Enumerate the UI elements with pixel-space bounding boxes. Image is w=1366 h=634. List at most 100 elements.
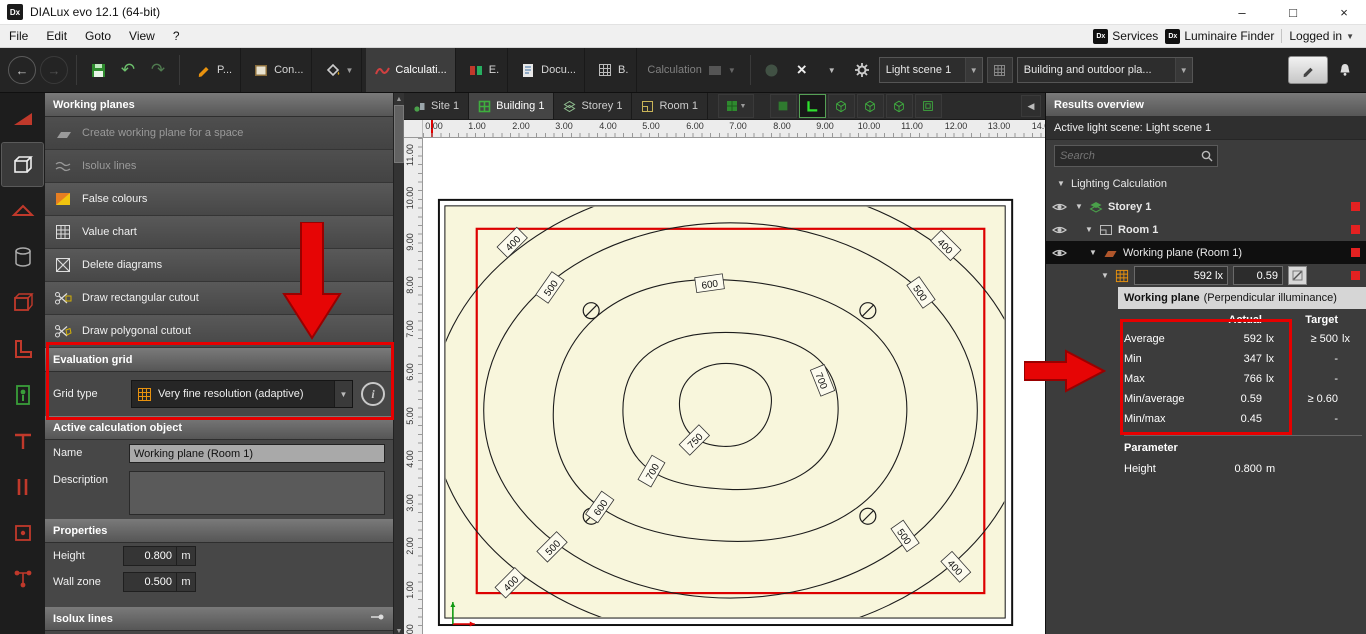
grid-type-select[interactable]: Very fine resolution (adaptive) ▼ [131,380,353,408]
cutout-tool[interactable] [2,465,43,508]
tab-storey-1[interactable]: Storey 1 [554,93,632,119]
tool-delete-diagrams[interactable]: Delete diagrams [45,249,393,282]
measurement-tool[interactable] [2,419,43,462]
wall-zone-input[interactable]: 0.500 [123,572,177,592]
height-input[interactable]: 0.800 [123,546,177,566]
back-button[interactable]: ← [8,56,36,84]
network-tool[interactable] [2,557,43,600]
cancel-icon[interactable]: × [789,55,815,85]
menu-edit[interactable]: Edit [37,29,76,43]
eye-icon[interactable] [1052,202,1067,212]
calculation-surface-tool[interactable] [2,511,43,554]
room-volume-tool[interactable] [2,281,43,324]
tab-results[interactable]: B. [589,48,637,92]
vertical-ruler: 11.00 10.00 9.00 8.00 7.00 6.00 5.00 4.0… [404,138,423,634]
tab-building-1[interactable]: Building 1 [469,93,554,119]
view-cube-1-button[interactable] [828,94,855,118]
search-input[interactable] [1055,150,1200,162]
minimize-button[interactable]: – [1220,0,1264,24]
undo-icon[interactable]: ↶ [115,55,141,85]
save-icon[interactable] [85,55,111,85]
scrollbar-thumb[interactable] [394,105,404,163]
drawing-canvas[interactable]: 400 500 600 400 500 700 750 700 600 500 … [423,138,1045,634]
search-box[interactable] [1054,145,1218,167]
tab-export[interactable]: E. [460,48,508,92]
chevron-down-icon[interactable]: ▼ [1074,202,1084,211]
tab-materials[interactable]: ▼ [316,48,362,92]
tool-false-colours[interactable]: False colours [45,183,393,216]
view-cube-4-button[interactable] [915,94,942,118]
tab-room-1[interactable]: Room 1 [632,93,708,119]
light-scene-select[interactable]: Light scene 1 ▼ [879,57,983,83]
scissors-icon [53,289,73,307]
chevron-down-icon[interactable]: ▼ [1084,225,1094,234]
view-3d-active-button[interactable] [799,94,826,118]
dx-services-icon: Dx [1093,29,1108,44]
tree-item-room-1[interactable]: ▼ Room 1 [1046,218,1366,241]
view-2d-plan-button[interactable] [770,94,797,118]
chevron-down-icon[interactable]: ▼ [1088,248,1098,257]
working-plane-tool[interactable] [2,143,43,186]
tool-draw-rectangular-cutout[interactable]: Draw rectangular cutout [45,282,393,315]
active-light-scene-bar: Active light scene: Light scene 1 [1046,117,1366,140]
recalculation-flag [1351,202,1360,211]
isolux-lines-section-header[interactable]: Isolux lines [45,607,393,631]
wall-tool[interactable] [2,327,43,370]
scroll-up-icon[interactable]: ▲ [394,93,404,105]
chevron-down-icon[interactable]: ▼ [819,55,845,85]
tab-construction[interactable]: Con... [245,48,312,92]
scroll-down-icon[interactable]: ▼ [394,625,404,634]
chevron-down-icon[interactable]: ▼ [1056,179,1066,188]
close-button[interactable]: × [1322,0,1366,24]
scissors-icon [53,322,73,340]
tab-calculation-objects[interactable]: Calculati... [366,48,455,92]
grid-type-label: Grid type [53,388,123,400]
view-options-dropdown[interactable]: ▼ [718,94,754,118]
column-tool[interactable] [2,235,43,278]
menu-view[interactable]: View [120,29,164,43]
tree-item-working-plane[interactable]: ▼ Working plane (Room 1) [1046,241,1366,264]
info-icon[interactable]: i [361,382,385,406]
edit-pencil-button[interactable] [1288,56,1328,84]
eye-icon[interactable] [1052,225,1067,235]
tree-item-storey-1[interactable]: ▼ Storey 1 [1046,195,1366,218]
menu-file[interactable]: File [0,29,37,43]
left-panel-scrollbar[interactable]: ▲ ▼ [393,93,404,634]
chevron-down-icon[interactable]: ▼ [1100,271,1110,280]
eye-icon[interactable] [1052,248,1067,258]
logged-in-menu[interactable]: Logged in ▼ [1289,29,1354,43]
tab-documentation[interactable]: Docu... [512,48,585,92]
tab-planning[interactable]: P... [188,48,241,92]
tab-site-1[interactable]: Site 1 [404,93,469,119]
pin-icon[interactable] [369,609,385,628]
green-grid-icon [726,100,738,112]
room-inner-wall [445,206,1005,618]
settings-gear-icon[interactable] [849,55,875,85]
tree-item-lighting-calculation[interactable]: ▼ Lighting Calculation [1046,172,1366,195]
roof-tool[interactable] [2,189,43,232]
services-link[interactable]: Dx Services [1093,29,1158,44]
description-input[interactable] [129,471,385,515]
tree-item-illuminance-result[interactable]: ▼ 592 lx 0.59 [1046,264,1366,287]
maximize-button[interactable]: □ [1271,0,1315,24]
name-input[interactable] [129,444,385,463]
room-icon [1099,223,1113,237]
scene-grid-button[interactable] [987,57,1013,83]
roof-ramp-tool[interactable] [2,97,43,140]
door-person-tool[interactable] [2,373,43,416]
menu-help[interactable]: ? [164,29,189,43]
name-row: Name [45,440,393,467]
menu-goto[interactable]: Goto [76,29,120,43]
view-cube-3-button[interactable] [886,94,913,118]
diagram-toggle-button[interactable] [1288,266,1307,285]
building-select[interactable]: Building and outdoor pla... ▼ [1017,57,1193,83]
luminaire-finder-link[interactable]: Dx Luminaire Finder [1165,29,1274,44]
result-detail-header: Working plane (Perpendicular illuminance… [1118,287,1366,309]
view-cube-2-button[interactable] [857,94,884,118]
tool-draw-polygonal-cutout[interactable]: Draw polygonal cutout [45,315,393,348]
tool-value-chart[interactable]: Value chart [45,216,393,249]
notifications-bell-icon[interactable] [1332,55,1358,85]
storey-icon [1089,200,1103,214]
collapse-panel-button[interactable]: ◀ [1021,95,1041,117]
false-colours-icon [53,190,73,208]
